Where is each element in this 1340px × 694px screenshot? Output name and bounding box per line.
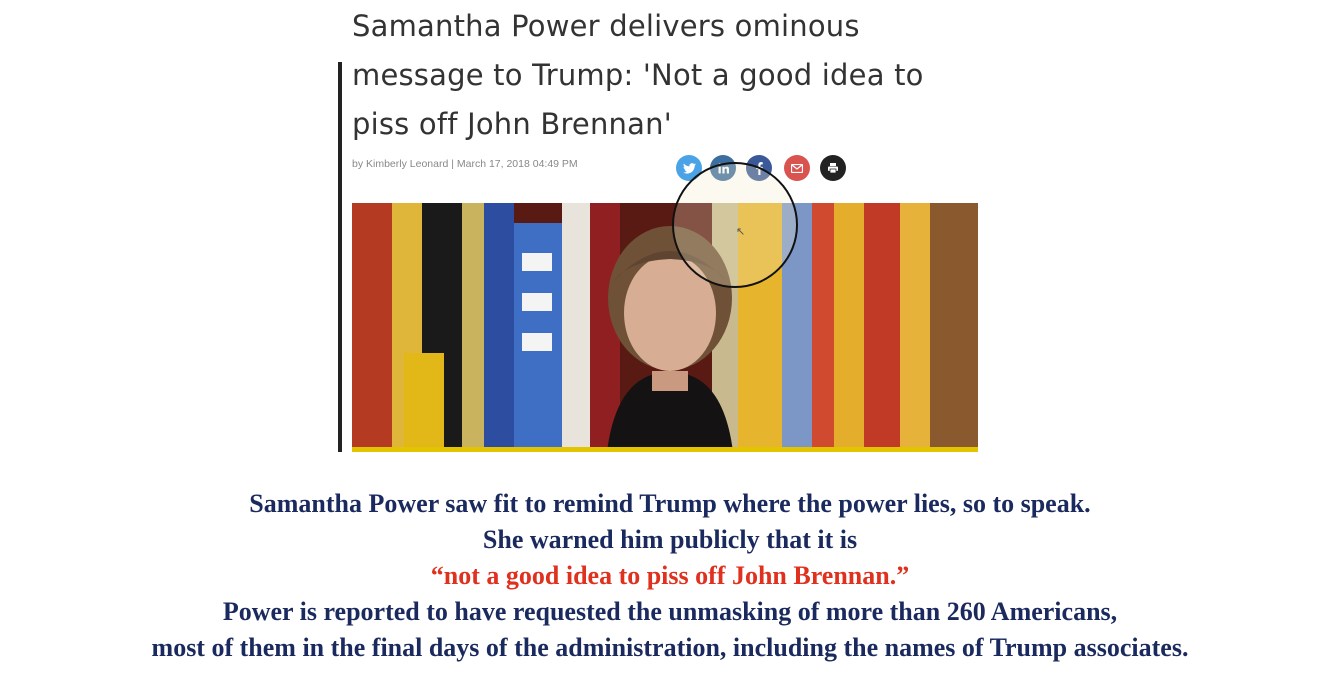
caption-line: Samantha Power saw fit to remind Trump w… <box>249 489 1091 518</box>
email-icon[interactable] <box>784 155 810 181</box>
left-rule <box>338 62 342 452</box>
caption-line: She warned him publicly that it is <box>482 525 858 554</box>
cursor-icon: ↖ <box>736 225 746 238</box>
article-photo <box>352 203 978 452</box>
article-headline[interactable]: Samantha Power delivers ominous message … <box>352 2 952 149</box>
caption-text-block: Samantha Power saw fit to remind Trump w… <box>0 486 1340 666</box>
photo-bottom-strip <box>352 447 978 452</box>
caption-quote: “not a good idea to piss off John Brenna… <box>430 561 910 590</box>
article-screenshot: Samantha Power delivers ominous message … <box>338 0 978 452</box>
caption-line: Power is reported to have requested the … <box>222 597 1118 626</box>
print-icon[interactable] <box>820 155 846 181</box>
article-byline: by Kimberly Leonard | March 17, 2018 04:… <box>352 158 578 170</box>
flags-background <box>352 203 978 452</box>
magnifier-overlay <box>672 162 798 288</box>
caption-line: most of them in the final days of the ad… <box>151 633 1189 662</box>
